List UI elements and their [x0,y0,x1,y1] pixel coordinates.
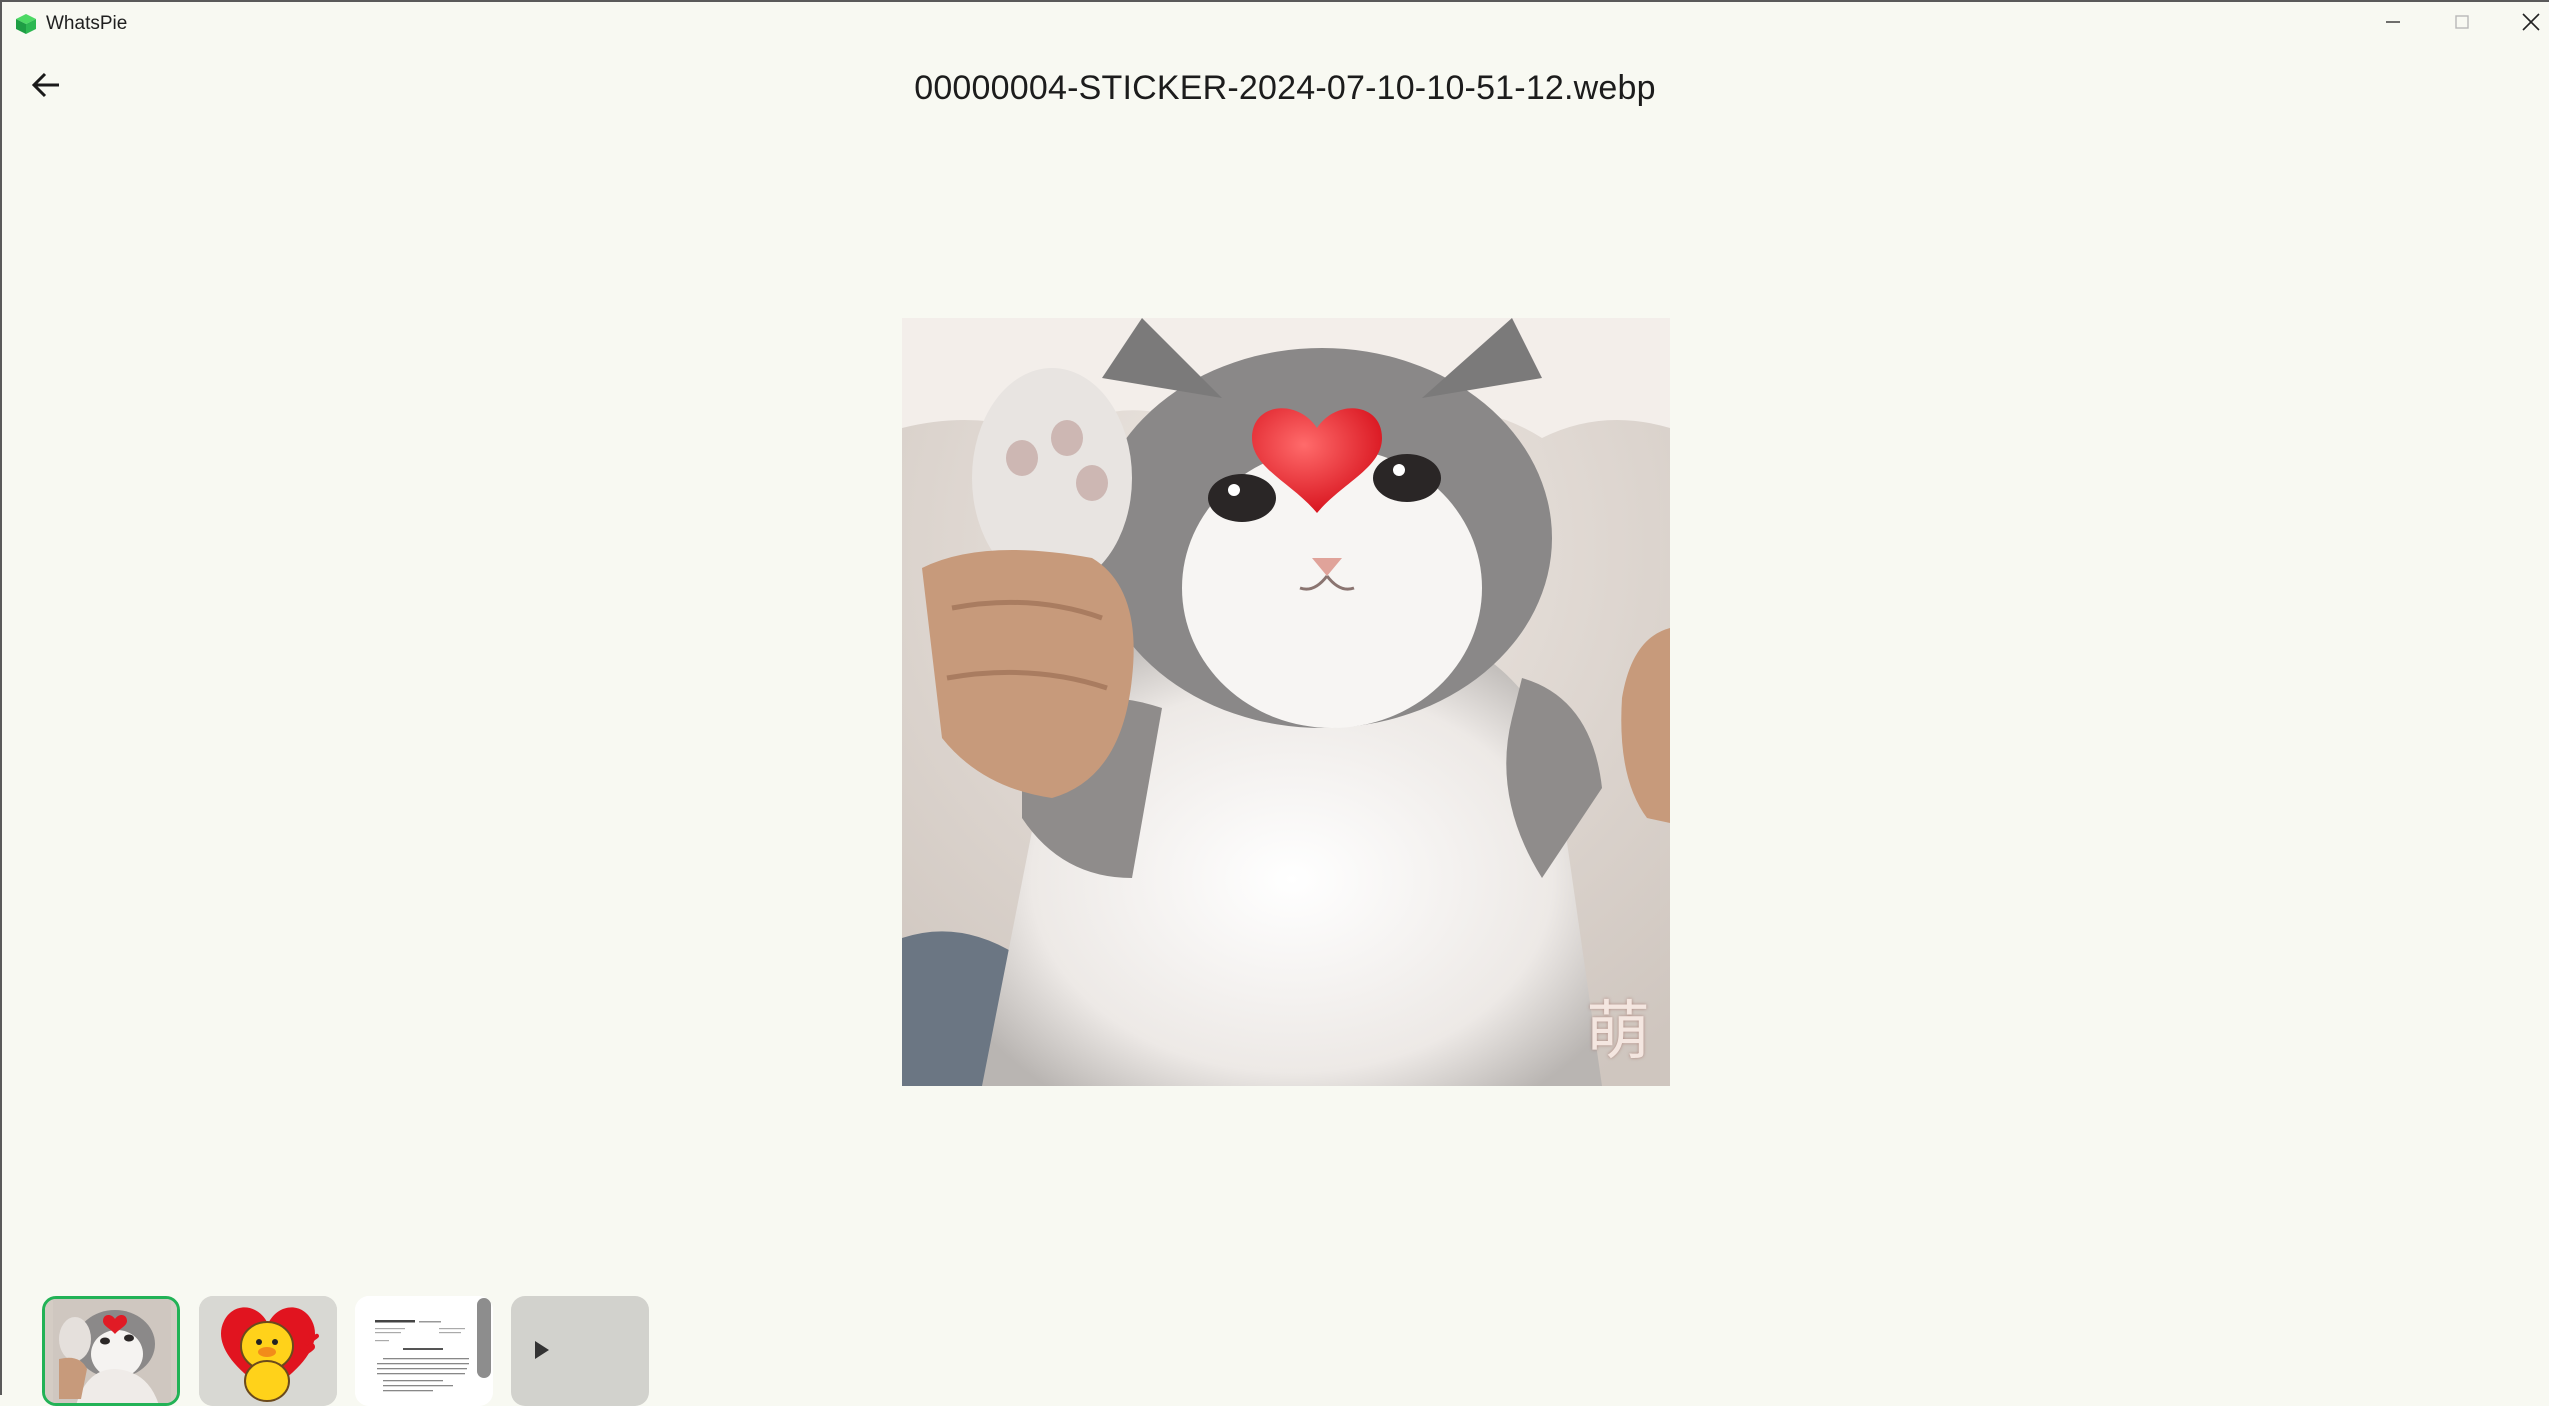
thumbnail-strip [42,1296,662,1406]
thumbnail-video[interactable] [511,1296,649,1406]
close-icon [2521,12,2541,37]
app-window: WhatsPie 00000004-STICKER-2024-07-10-10-… [0,0,2549,1406]
app-logo-icon [14,12,38,36]
image-viewer[interactable]: 萌 [902,318,1670,1086]
minimize-button[interactable] [2359,2,2427,46]
duck-heart-sticker-thumbnail [199,1296,337,1406]
document-scrollbar[interactable] [477,1298,491,1378]
close-button[interactable] [2497,2,2549,46]
minimize-icon [2384,13,2402,36]
thumbnail-duck-sticker[interactable] [199,1296,337,1406]
thumbnail-document[interactable] [355,1296,493,1406]
thumbnail-cat-sticker[interactable] [42,1296,180,1406]
app-title: WhatsPie [46,13,128,34]
maximize-icon [2453,13,2471,36]
file-name-title: 00000004-STICKER-2024-07-10-10-51-12.web… [914,69,1656,107]
document-thumbnail [355,1296,493,1406]
title-bar: WhatsPie [2,0,2549,44]
cat-sticker-thumbnail [45,1299,177,1403]
maximize-button[interactable] [2428,2,2496,46]
cat-sticker-image [902,318,1670,1086]
play-icon [533,1340,551,1365]
watermark-text: 萌 [1586,995,1650,1069]
